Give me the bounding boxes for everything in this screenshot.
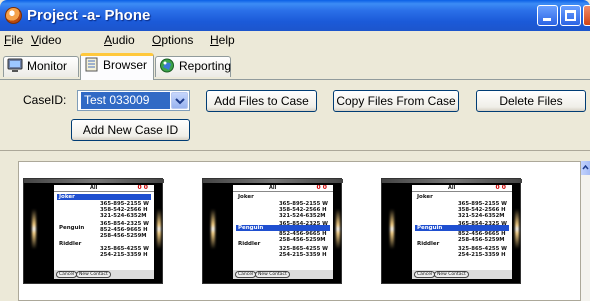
light-glare: [157, 209, 161, 249]
menu-video[interactable]: Video: [31, 33, 61, 47]
softkey-bar: Cancel New Contact: [412, 270, 512, 279]
vertical-scrollbar[interactable]: [581, 161, 590, 301]
cancel-softkey: Cancel: [414, 271, 436, 278]
dropdown-button[interactable]: [171, 92, 188, 109]
counter: 0 0: [495, 185, 506, 191]
light-glare: [336, 209, 340, 249]
menu-audio-label: udio: [112, 33, 135, 47]
phone-frame: [382, 179, 522, 183]
chevron-up-icon: [582, 164, 589, 170]
tab-reporting[interactable]: Reporting: [155, 56, 231, 77]
caseid-selected-value: Test 033009: [81, 92, 170, 109]
minimize-icon: [543, 18, 551, 21]
contact-entry: Riddler 325-865-4255 W 254-215-3359 H: [54, 240, 154, 264]
maximize-button[interactable]: [560, 5, 581, 26]
light-glare: [390, 209, 394, 249]
menu-video-label: ideo: [38, 33, 62, 47]
contact-name: Joker: [417, 194, 433, 200]
minimize-button[interactable]: [537, 5, 558, 26]
tab-monitor[interactable]: Monitor: [3, 56, 79, 77]
contact-number: 258-456-5259M: [100, 233, 147, 239]
cancel-softkey: Cancel: [235, 271, 257, 278]
light-glare: [211, 209, 215, 249]
video-thumbnail[interactable]: All 0 0 Joker 365-895-2155 W 358-542-2566…: [23, 178, 164, 284]
new-contact-softkey: New Contact: [76, 271, 111, 278]
tab-browser-label: Browser: [103, 58, 148, 72]
add-case-id-button[interactable]: Add New Case ID: [71, 119, 190, 141]
light-glare: [515, 209, 519, 249]
menu-file-label: ile: [11, 33, 24, 47]
menu-audio[interactable]: Audio: [104, 33, 135, 47]
phone-screen: All 0 0 Joker 365-895-2155 W 358-542-2566…: [233, 185, 333, 279]
phone-frame: [24, 179, 164, 183]
cancel-softkey: Cancel: [56, 271, 78, 278]
menu-options-label: ptions: [161, 33, 194, 47]
filter-label: All: [269, 185, 277, 191]
tab-browser[interactable]: Browser: [80, 53, 154, 80]
menu-file[interactable]: File: [4, 33, 23, 47]
menu-video-mnemonic: V: [31, 33, 39, 47]
video-thumbnail[interactable]: All 0 0 Joker 365-895-2155 W 358-542-2566…: [202, 178, 343, 284]
menu-help-mnemonic: H: [210, 33, 219, 47]
contact-name: Joker: [238, 194, 254, 200]
file-browser-area: All 0 0 Joker 365-895-2155 W 358-542-2566…: [0, 151, 590, 301]
light-glare: [32, 209, 36, 249]
phone-frame: [203, 179, 343, 183]
phone-screen: All 0 0 Joker 365-895-2155 W 358-542-2566…: [54, 185, 154, 279]
contact-number: 254-215-3359 H: [279, 252, 327, 258]
filter-label: All: [90, 185, 98, 191]
add-files-button[interactable]: Add Files to Case: [206, 90, 317, 112]
contact-entry: Penguin 365-854-2325 W 852-456-9665 H 25…: [233, 216, 333, 243]
case-controls-panel: CaseID: Test 033009 Add Files to Case Co…: [0, 80, 590, 151]
phone-screen: All 0 0 Joker 365-895-2155 W 358-542-2566…: [412, 185, 512, 279]
video-thumbnail[interactable]: All 0 0 Joker 365-895-2155 W 358-542-2566…: [381, 178, 522, 284]
copy-files-button[interactable]: Copy Files From Case: [333, 90, 459, 112]
thumbnail-grid[interactable]: All 0 0 Joker 365-895-2155 W 358-542-2566…: [18, 161, 581, 301]
menu-help[interactable]: Help: [210, 33, 235, 47]
tab-reporting-label: Reporting: [179, 59, 232, 73]
scroll-up-button[interactable]: [581, 161, 590, 175]
monitor-icon: [7, 58, 23, 76]
menu-bar: File Video Audio Options Help: [0, 31, 590, 50]
counter: 0 0: [137, 185, 148, 191]
contact-entry: Joker 365-895-2155 W 358-542-2566 H 321-…: [233, 192, 333, 219]
caseid-label: CaseID:: [23, 93, 67, 107]
menu-options[interactable]: Options: [152, 33, 193, 47]
contact-entry: Joker 365-895-2155 W 358-542-2566 H 321-…: [412, 192, 512, 219]
menu-audio-mnemonic: A: [104, 33, 113, 47]
contact-name: Joker: [57, 194, 151, 200]
title-bar[interactable]: Project -a- Phone: [0, 0, 590, 31]
softkey-bar: Cancel New Contact: [233, 270, 333, 279]
counter: 0 0: [316, 185, 327, 191]
new-contact-softkey: New Contact: [434, 271, 469, 278]
tab-strip: Monitor Browser Reporting: [0, 50, 590, 80]
caseid-dropdown[interactable]: Test 033009: [77, 90, 190, 111]
contact-entry: Riddler 325-865-4255 W 254-215-3359 H: [412, 240, 512, 264]
maximize-icon: [565, 10, 576, 21]
contact-number: 365-854-2325 W: [279, 221, 328, 227]
close-button[interactable]: [583, 5, 590, 26]
menu-help-label: elp: [218, 33, 235, 47]
filter-label: All: [448, 185, 456, 191]
notebook-icon: [84, 57, 99, 75]
tab-monitor-label: Monitor: [27, 59, 68, 73]
contact-number: 254-215-3359 H: [458, 252, 506, 258]
contact-entry: Riddler 325-865-4255 W 254-215-3359 H: [233, 240, 333, 264]
contact-number: 254-215-3359 H: [100, 252, 148, 258]
contact-entry: Penguin 365-854-2325 W 852-456-9665 H 25…: [412, 216, 512, 243]
contact-entry: Joker 365-895-2155 W 358-542-2566 H 321-…: [54, 192, 154, 219]
delete-files-button[interactable]: Delete Files: [476, 90, 586, 112]
contact-entry: Penguin 365-854-2325 W 852-456-9665 H 25…: [54, 216, 154, 240]
softkey-bar: Cancel New Contact: [54, 270, 154, 279]
contact-number: 365-854-2325 W: [458, 221, 507, 227]
new-contact-softkey: New Contact: [255, 271, 290, 278]
chevron-down-icon: [175, 98, 185, 105]
window-title: Project -a- Phone: [27, 7, 151, 24]
app-icon: [5, 7, 22, 24]
menu-options-mnemonic: O: [152, 33, 162, 47]
reporting-icon: [159, 58, 175, 76]
